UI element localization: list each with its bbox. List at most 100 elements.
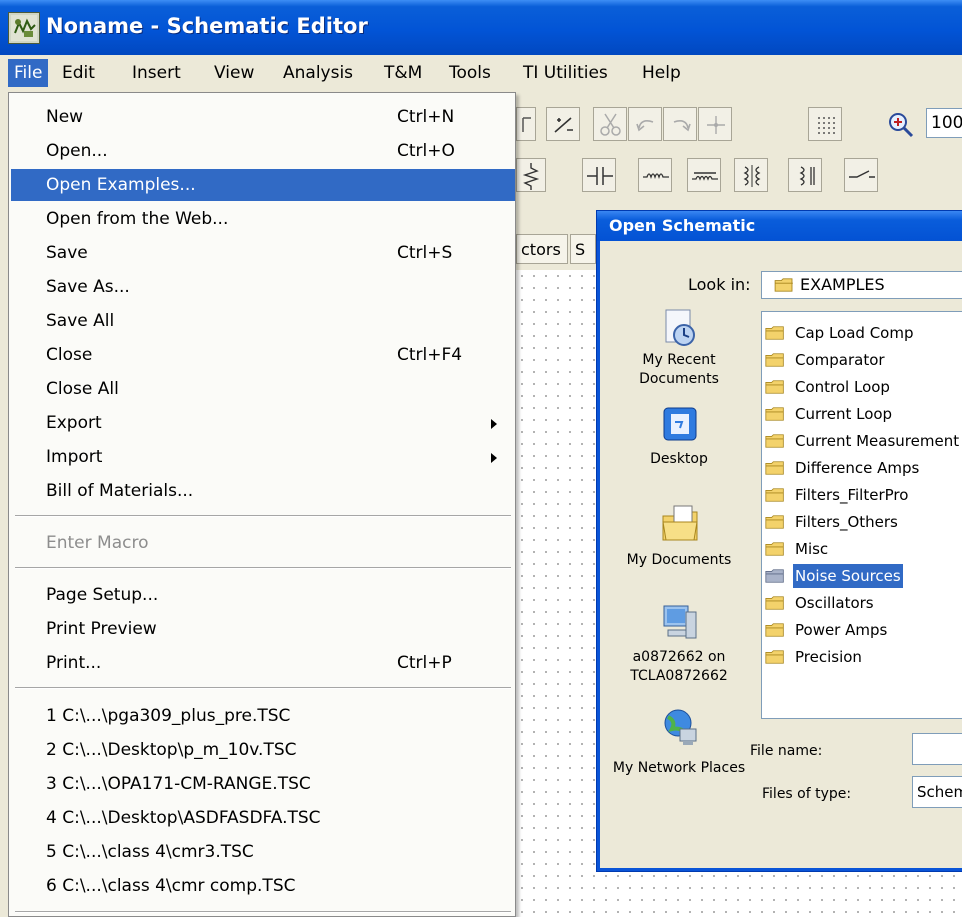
- menu-item-save-all[interactable]: Save All: [11, 305, 515, 337]
- folder-icon: [765, 623, 784, 637]
- menu-item-save-as[interactable]: Save As...: [11, 271, 515, 303]
- folder-icon: [765, 542, 784, 556]
- menu-bar: File Edit Insert View Analysis T&M Tools…: [0, 55, 962, 92]
- tab-connectors[interactable]: ctors: [516, 234, 568, 264]
- menu-item-import[interactable]: Import: [11, 441, 515, 473]
- look-in-value: EXAMPLES: [800, 275, 885, 294]
- menu-separator: [15, 515, 511, 517]
- menu-file[interactable]: File: [8, 59, 49, 87]
- node-icon[interactable]: [698, 107, 732, 141]
- desktop-icon: [663, 407, 697, 441]
- menu-item-open-from-web[interactable]: Open from the Web...: [11, 203, 515, 235]
- recent-file-item[interactable]: 1 C:\...\pga309_plus_pre.TSC: [11, 700, 515, 732]
- app-icon: [8, 12, 40, 44]
- files-of-type-label: Files of type:: [762, 786, 852, 802]
- menu-item-print-preview[interactable]: Print Preview: [11, 613, 515, 645]
- recent-file-item[interactable]: 3 C:\...\OPA171-CM-RANGE.TSC: [11, 768, 515, 800]
- recent-file-item[interactable]: 6 C:\...\class 4\cmr comp.TSC: [11, 870, 515, 902]
- dialog-title-bar[interactable]: Open Schematic: [597, 211, 962, 241]
- toolbar-button-partial[interactable]: [516, 107, 536, 141]
- transformer-icon[interactable]: [734, 158, 768, 192]
- folder-icon: [765, 380, 784, 394]
- look-in-label: Look in:: [688, 275, 751, 294]
- menu-item-print[interactable]: Print... Ctrl+P: [11, 647, 515, 679]
- place-my-network-places[interactable]: My Network Places: [604, 707, 754, 802]
- wire-tool-icon[interactable]: [546, 107, 580, 141]
- menu-separator: [15, 911, 511, 913]
- menu-item-open[interactable]: Open... Ctrl+O: [11, 135, 515, 167]
- folder-icon: [765, 434, 784, 448]
- file-name-input[interactable]: [912, 733, 962, 765]
- dialog-title: Open Schematic: [609, 216, 756, 235]
- menu-item-close[interactable]: Close Ctrl+F4: [11, 339, 515, 371]
- menu-insert[interactable]: Insert: [132, 59, 181, 87]
- submenu-arrow-icon: [491, 419, 497, 429]
- menu-item-new[interactable]: New Ctrl+N: [11, 101, 515, 133]
- place-my-documents[interactable]: My Documents: [604, 502, 754, 582]
- inductor-icon[interactable]: [638, 158, 672, 192]
- menu-item-save[interactable]: Save Ctrl+S: [11, 237, 515, 269]
- title-bar[interactable]: Noname - Schematic Editor: [0, 0, 962, 55]
- place-label: My Network Places: [612, 760, 746, 776]
- file-name-label: File name:: [750, 743, 823, 759]
- computer-icon: [663, 605, 697, 639]
- menu-item-enter-macro[interactable]: Enter Macro: [11, 527, 515, 559]
- folder-icon: [765, 461, 784, 475]
- place-label: a0872662 on TCLA0872662: [630, 649, 728, 684]
- folder-icon: [765, 488, 784, 502]
- switch-icon[interactable]: [844, 158, 878, 192]
- menu-tools[interactable]: Tools: [449, 59, 491, 87]
- menu-ti-utilities[interactable]: TI Utilities: [523, 59, 608, 87]
- recent-file-item[interactable]: 2 C:\...\Desktop\p_m_10v.TSC: [11, 734, 515, 766]
- place-label: My Documents: [626, 552, 732, 568]
- my-documents-icon: [662, 505, 698, 541]
- inductor-core-icon[interactable]: [687, 158, 721, 192]
- folder-icon: [765, 569, 784, 583]
- file-list[interactable]: Cap Load Comp Comparator Control Loop Cu…: [761, 311, 962, 719]
- zoom-level-input[interactable]: 100: [926, 108, 962, 138]
- menu-item-bill-of-materials[interactable]: Bill of Materials...: [11, 475, 515, 507]
- capacitor-icon[interactable]: [582, 158, 616, 192]
- menu-separator: [15, 687, 511, 689]
- look-in-dropdown[interactable]: EXAMPLES: [761, 271, 962, 299]
- folder-icon: [765, 353, 784, 367]
- coupled-inductor-icon[interactable]: [788, 158, 822, 192]
- place-my-recent-documents[interactable]: My Recent Documents: [604, 307, 754, 397]
- recent-file-item[interactable]: 5 C:\...\class 4\cmr3.TSC: [11, 836, 515, 868]
- folder-icon: [774, 278, 793, 292]
- menu-help[interactable]: Help: [642, 59, 681, 87]
- file-menu: New Ctrl+N Open... Ctrl+O Open Examples.…: [8, 92, 516, 917]
- menu-edit[interactable]: Edit: [62, 59, 95, 87]
- submenu-arrow-icon: [491, 453, 497, 463]
- menu-item-page-setup[interactable]: Page Setup...: [11, 579, 515, 611]
- menu-analysis[interactable]: Analysis: [283, 59, 353, 87]
- grid-toggle-icon[interactable]: [808, 107, 842, 141]
- place-label: Desktop: [650, 451, 708, 467]
- folder-icon: [765, 650, 784, 664]
- cut-icon[interactable]: [593, 107, 627, 141]
- resistor-icon[interactable]: [516, 158, 546, 192]
- network-places-icon: [664, 709, 697, 745]
- redo-icon[interactable]: [663, 107, 697, 141]
- open-schematic-dialog: Open Schematic Look in: EXAMPLES My Rece…: [596, 210, 962, 872]
- tab-sources[interactable]: S: [570, 234, 596, 264]
- place-label: My Recent Documents: [639, 352, 719, 387]
- menu-view[interactable]: View: [214, 59, 254, 87]
- menu-tm[interactable]: T&M: [384, 59, 422, 87]
- menu-item-close-all[interactable]: Close All: [11, 373, 515, 405]
- dialog-body: Look in: EXAMPLES My Recent Documents De…: [600, 241, 962, 868]
- undo-icon[interactable]: [628, 107, 662, 141]
- files-of-type-dropdown[interactable]: Schem: [912, 776, 962, 808]
- places-bar: My Recent Documents Desktop My Documents…: [604, 307, 754, 867]
- folder-icon: [765, 407, 784, 421]
- folder-icon: [765, 326, 784, 340]
- menu-item-export[interactable]: Export: [11, 407, 515, 439]
- menu-separator: [15, 567, 511, 569]
- place-network-drive[interactable]: a0872662 on TCLA0872662: [604, 602, 754, 697]
- place-desktop[interactable]: Desktop: [604, 404, 754, 479]
- recent-file-item[interactable]: 4 C:\...\Desktop\ASDFASDFA.TSC: [11, 802, 515, 834]
- zoom-in-icon[interactable]: [882, 107, 922, 141]
- folder-icon: [765, 596, 784, 610]
- menu-item-open-examples[interactable]: Open Examples...: [11, 169, 515, 201]
- recent-documents-icon: [665, 309, 695, 346]
